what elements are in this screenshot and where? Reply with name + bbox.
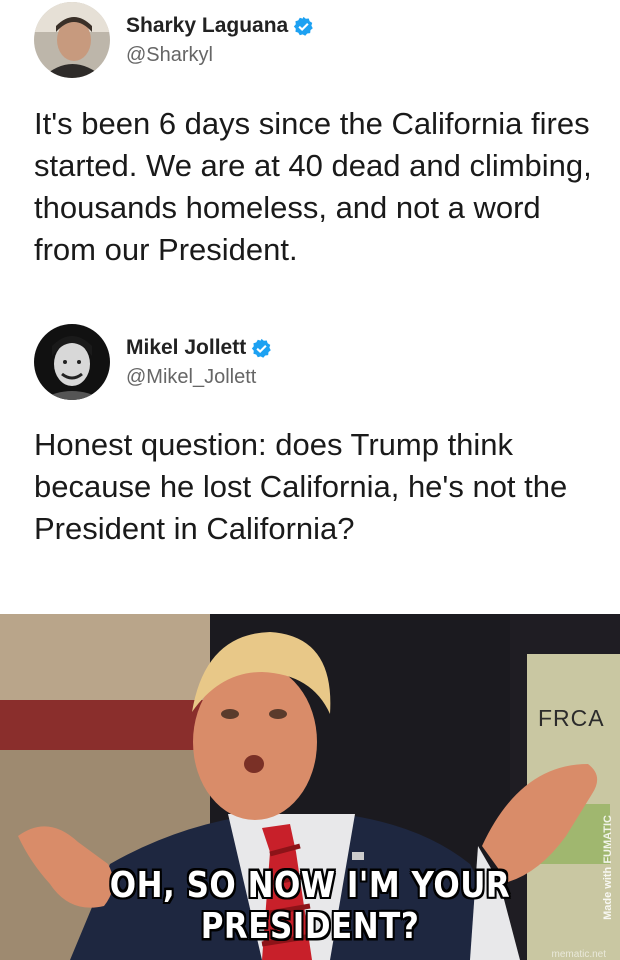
display-name-text[interactable]: Mikel Jollett bbox=[126, 335, 246, 360]
sign-text: FRCA bbox=[538, 705, 605, 731]
meme-caption: OH, SO NOW I'M YOUR PRESIDENT? bbox=[109, 864, 511, 948]
handle[interactable]: @Sharkyl bbox=[126, 43, 314, 67]
tweet-text: It's been 6 days since the California fi… bbox=[34, 106, 592, 267]
display-name[interactable]: Sharky Laguana bbox=[126, 13, 314, 38]
handle[interactable]: @Mikel_Jollett bbox=[126, 365, 272, 389]
avatar[interactable] bbox=[34, 2, 110, 78]
display-name[interactable]: Mikel Jollett bbox=[126, 335, 272, 360]
verified-badge-icon bbox=[252, 338, 271, 358]
watermark: Made with FUMATIC bbox=[602, 815, 614, 920]
tweet-header-1: Sharky Laguana @Sharkyl bbox=[34, 2, 314, 78]
verified-badge-icon bbox=[294, 16, 314, 36]
avatar[interactable] bbox=[34, 324, 110, 400]
display-name-text[interactable]: Sharky Laguana bbox=[126, 13, 288, 38]
watermark-url: mematic.net bbox=[551, 949, 606, 960]
meme-photo: OH, SO NOW I'M YOUR PRESIDENT? bbox=[0, 614, 620, 960]
tweet-screenshot: Sharky Laguana @Sharkyl It's been 6 days… bbox=[0, 0, 620, 614]
tweet-header-2: Mikel Jollett @Mikel_Jollett bbox=[34, 324, 272, 400]
tweet-text: Honest question: does Trump think becaus… bbox=[34, 427, 568, 546]
